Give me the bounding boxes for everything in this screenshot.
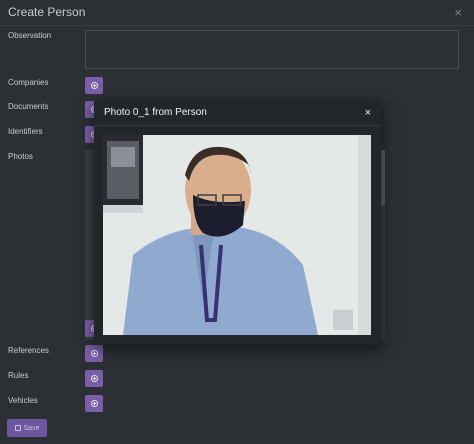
add-reference-button[interactable] <box>85 345 103 362</box>
save-label: Save <box>23 424 40 432</box>
plus-circle-icon <box>90 350 98 357</box>
photo-modal-header: Photo 0_1 from Person × <box>94 100 381 126</box>
plus-circle-icon <box>90 82 98 89</box>
floppy-disk-icon <box>14 425 21 431</box>
photo-viewer-modal: Photo 0_1 from Person × <box>94 100 381 345</box>
observation-field[interactable] <box>85 30 459 69</box>
add-rule-button[interactable] <box>85 370 103 387</box>
photos-label: Photos <box>8 152 33 161</box>
companies-label: Companies <box>8 78 49 87</box>
person-photo <box>103 135 371 335</box>
close-icon[interactable]: × <box>365 108 371 119</box>
add-vehicle-button[interactable] <box>85 395 103 412</box>
save-button[interactable]: Save <box>7 419 47 437</box>
references-label: References <box>8 346 49 355</box>
observation-label: Observation <box>8 31 52 40</box>
modal-header: Create Person × <box>0 0 474 26</box>
documents-label: Documents <box>8 102 49 111</box>
vehicles-label: Vehicles <box>8 396 38 405</box>
plus-circle-icon <box>90 400 98 407</box>
rules-label: Rules <box>8 371 29 380</box>
close-icon[interactable]: × <box>454 6 462 19</box>
modal-title: Create Person <box>8 5 86 19</box>
plus-circle-icon <box>90 375 98 382</box>
add-company-button[interactable] <box>85 77 103 94</box>
photo-modal-title: Photo 0_1 from Person <box>104 107 207 118</box>
person-photo-illustration <box>103 135 371 335</box>
identifiers-label: Identifiers <box>8 127 43 136</box>
